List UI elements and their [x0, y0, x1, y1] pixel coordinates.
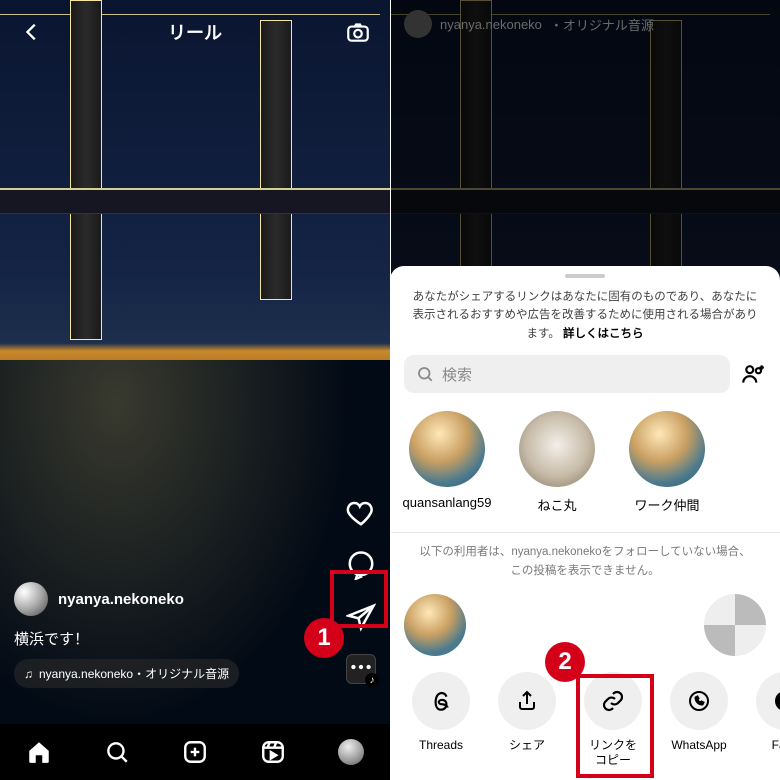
contact-avatar	[409, 411, 485, 487]
action-share[interactable]: シェア	[490, 672, 564, 768]
reels-screen: リール nyanya.nekoneko 横浜です！	[0, 0, 390, 780]
contact-avatar[interactable]	[404, 594, 466, 656]
nav-create[interactable]	[182, 739, 208, 765]
action-facebook[interactable]: Face	[748, 672, 780, 768]
search-icon	[416, 365, 434, 383]
nav-home[interactable]	[26, 739, 52, 765]
callout-box-1	[330, 570, 388, 628]
facebook-icon	[773, 689, 780, 713]
nav-reels[interactable]	[260, 739, 286, 765]
share-icon	[515, 689, 539, 713]
action-whatsapp[interactable]: WhatsApp	[662, 672, 736, 768]
contact-avatar	[629, 411, 705, 487]
back-button[interactable]	[18, 18, 46, 46]
contact-avatar[interactable]	[704, 594, 766, 656]
add-people-button[interactable]	[740, 361, 766, 387]
contact-item[interactable]: quansanlang59	[404, 411, 490, 514]
audio-pill[interactable]: ♫ nyanya.nekoneko・オリジナル音源	[14, 659, 239, 688]
caption: 横浜です！	[14, 628, 310, 649]
dimmed-username: nyanya.nekoneko	[440, 17, 542, 32]
callout-badge-2: 2	[545, 642, 585, 682]
author-username[interactable]: nyanya.nekoneko	[58, 591, 184, 608]
share-disclaimer: あなたがシェアするリンクはあなたに固有のものであり、あなたに表示されるおすすめや…	[390, 288, 780, 343]
threads-icon	[428, 688, 454, 714]
music-note-icon: ♫	[24, 667, 33, 681]
follow-notice: 以下の利用者は、nyanya.nekonekoをフォローしていない場合、この投稿…	[390, 543, 780, 580]
audio-text: nyanya.nekoneko・オリジナル音源	[39, 665, 229, 682]
contact-item[interactable]: ワーク仲間	[624, 411, 710, 514]
author-avatar[interactable]	[14, 582, 48, 616]
contact-name: ワーク仲間	[634, 495, 699, 514]
contact-avatar	[519, 411, 595, 487]
nav-profile[interactable]	[338, 739, 364, 765]
share-contacts: quansanlang59 ねこ丸 ワーク仲間	[390, 393, 780, 528]
non-follower-row	[390, 580, 780, 656]
learn-more-link[interactable]: 詳しくはこちら	[563, 328, 644, 340]
search-field[interactable]: 検索	[404, 355, 730, 393]
author-avatar-small	[404, 10, 432, 38]
nav-search[interactable]	[104, 739, 130, 765]
page-title: リール	[168, 19, 222, 45]
share-sheet-screen: nyanya.nekoneko ・オリジナル音源 あなたがシェアするリンクはあな…	[390, 0, 780, 780]
contact-item[interactable]: ねこ丸	[514, 411, 600, 514]
contact-name: quansanlang59	[403, 495, 492, 510]
action-threads[interactable]: Threads	[404, 672, 478, 768]
contact-name: ねこ丸	[537, 495, 576, 514]
callout-badge-1: 1	[304, 618, 344, 658]
camera-button[interactable]	[344, 18, 372, 46]
whatsapp-icon	[687, 689, 711, 713]
like-button[interactable]	[346, 498, 376, 528]
more-button[interactable]	[348, 654, 374, 680]
dimmed-header: nyanya.nekoneko ・オリジナル音源	[390, 0, 780, 48]
bottom-nav	[0, 724, 390, 780]
dimmed-audio: ・オリジナル音源	[550, 15, 654, 34]
search-placeholder: 検索	[442, 364, 472, 385]
callout-box-2	[576, 674, 654, 778]
sheet-handle[interactable]	[565, 274, 605, 278]
